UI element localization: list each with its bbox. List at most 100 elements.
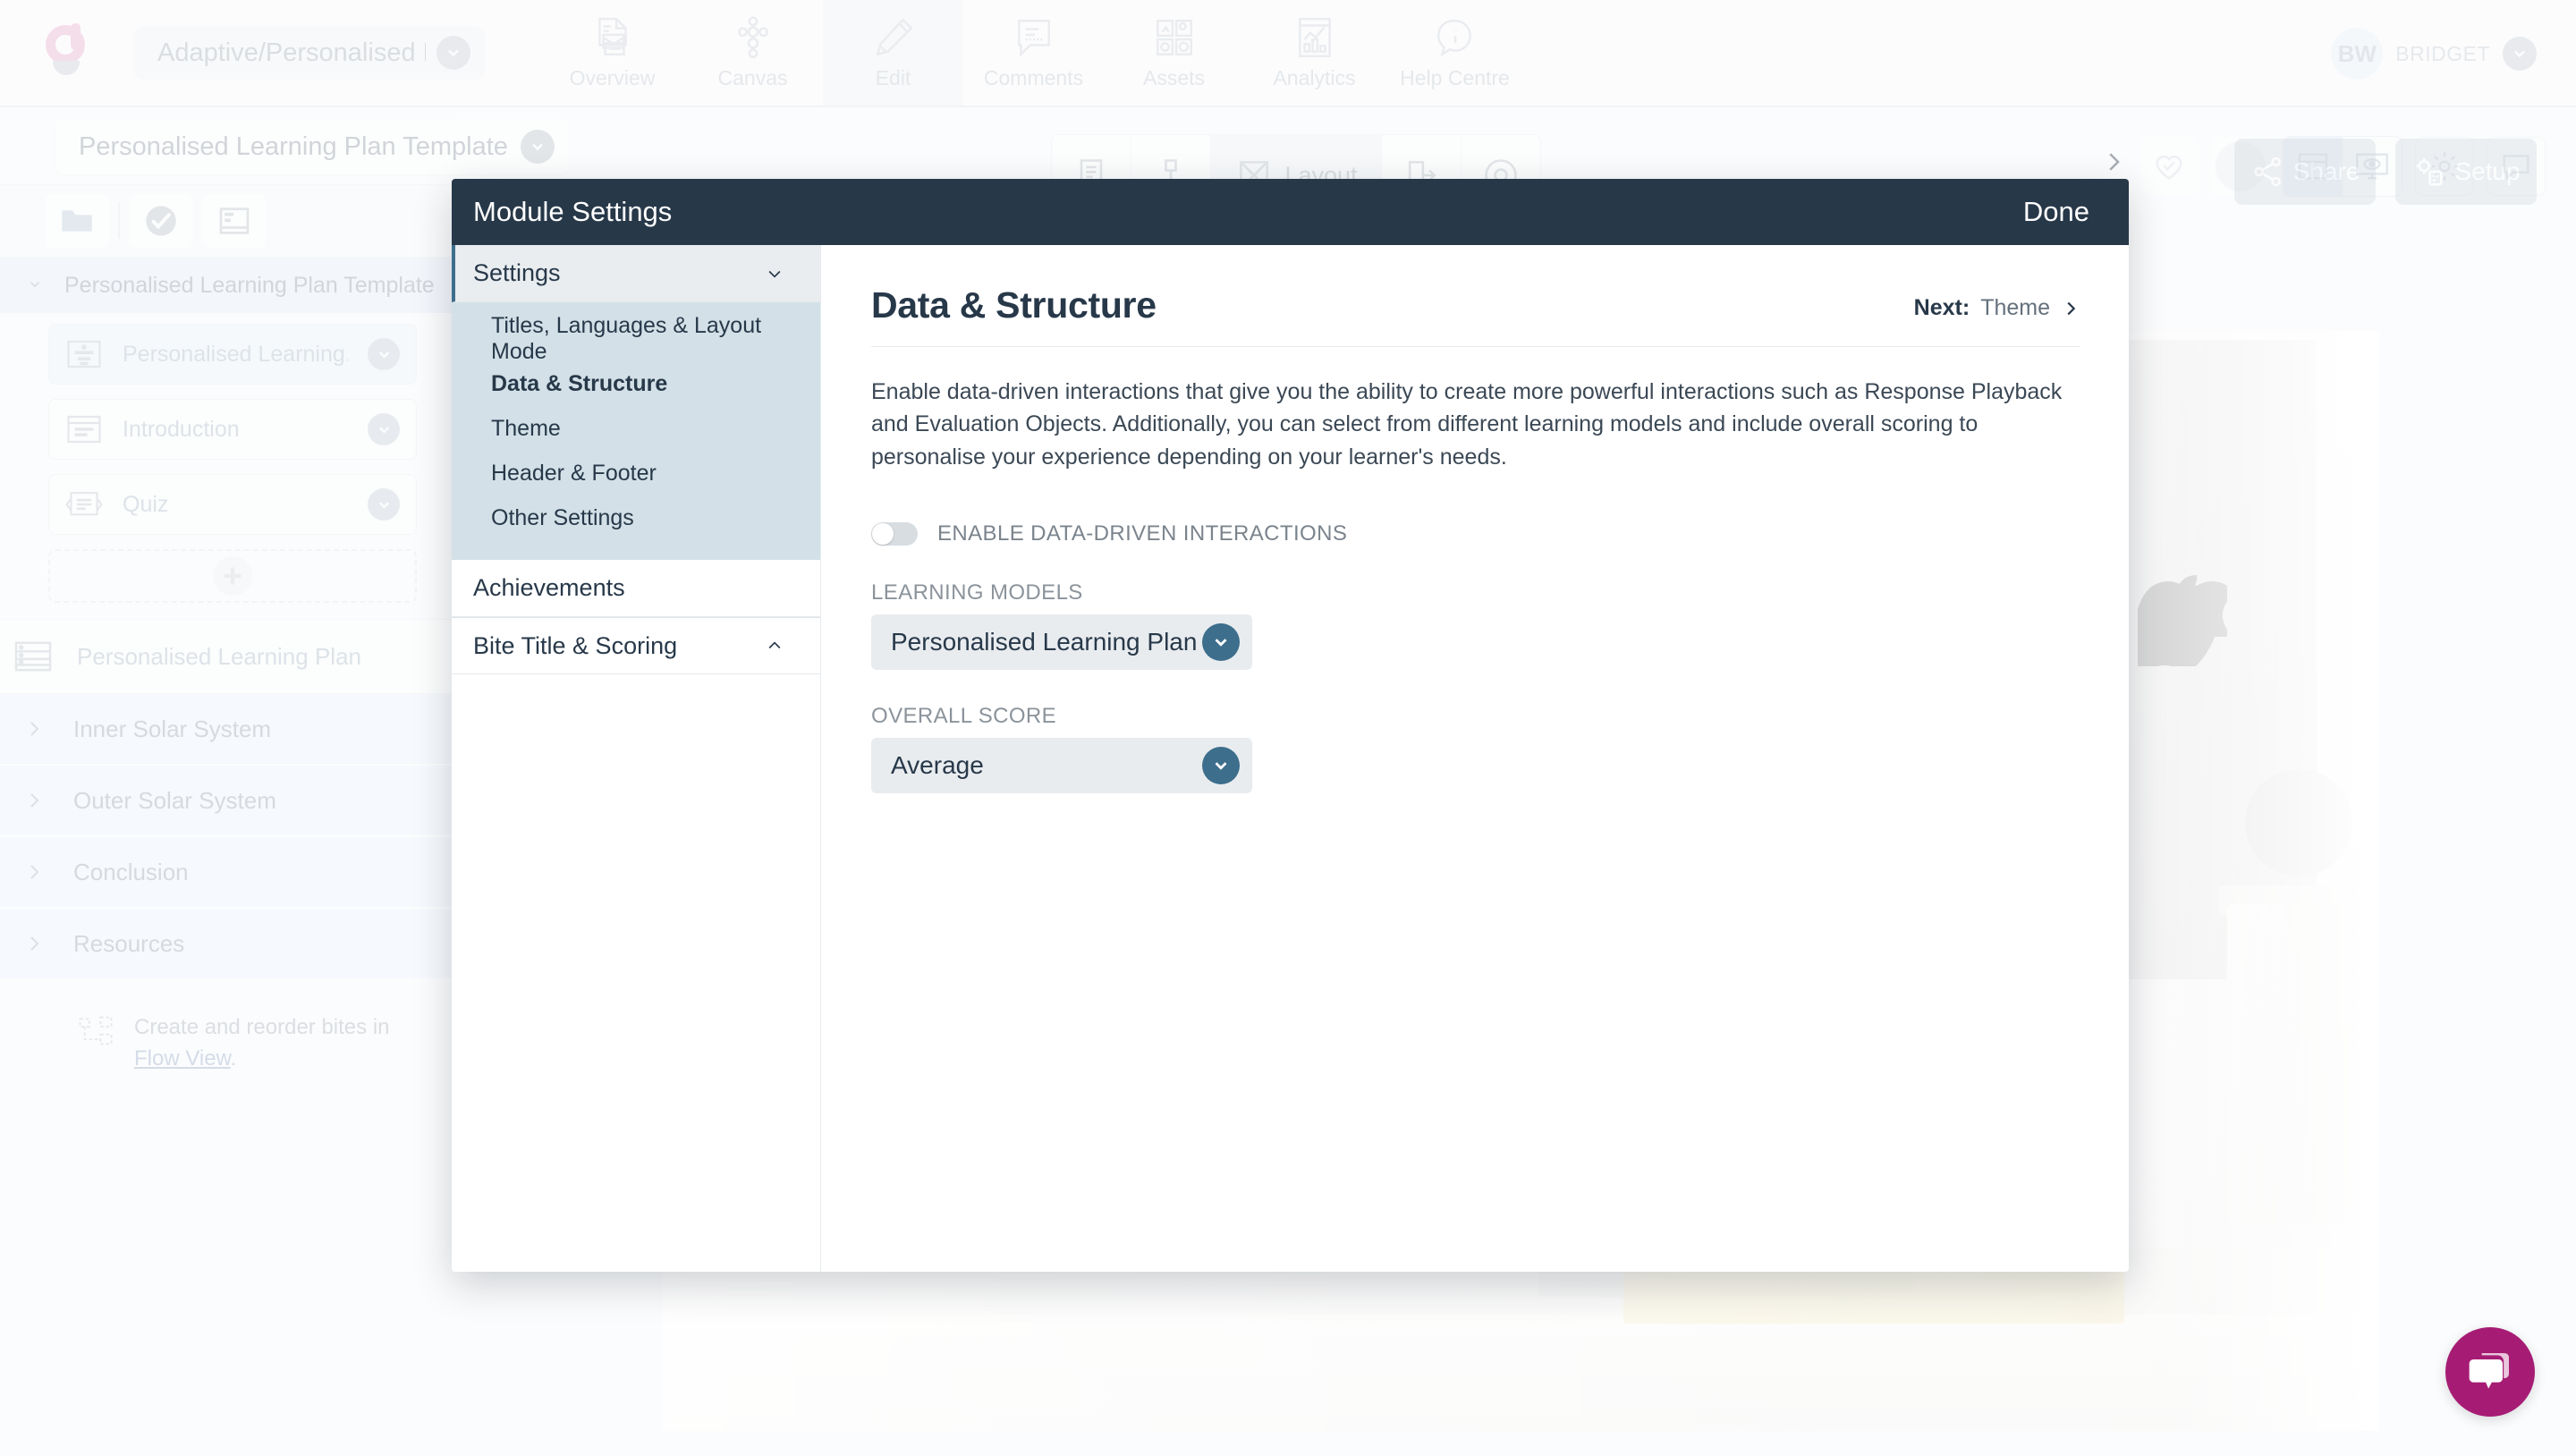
app-logo[interactable]: [0, 23, 134, 80]
sidebar-item-label: Other Settings: [491, 504, 634, 530]
sidebar-item-other-settings[interactable]: Other Settings: [452, 495, 820, 540]
project-selector[interactable]: Adaptive/Personalised L: [134, 26, 485, 80]
nav-item-comments[interactable]: Comments: [963, 0, 1104, 106]
bite-quiz-icon: [65, 488, 103, 521]
list-item[interactable]: Personalised Learning Plan: [0, 619, 458, 694]
module-title-selector[interactable]: Personalised Learning Plan Template: [55, 119, 569, 174]
accordion-settings[interactable]: Settings: [452, 245, 820, 302]
setup-button[interactable]: Setup: [2395, 139, 2537, 205]
accordion-bite-title-scoring-label: Bite Title & Scoring: [473, 631, 678, 659]
list-item[interactable]: Inner Solar System: [0, 694, 458, 766]
nav-item-assets[interactable]: Assets: [1104, 0, 1244, 106]
list-item[interactable]: Resources: [0, 909, 458, 980]
sidebar-item-label: Theme: [491, 415, 561, 441]
bite-card-icon: [65, 338, 103, 370]
list-item[interactable]: Personalised Learning...: [48, 324, 417, 385]
layout-panel-icon[interactable]: [202, 194, 267, 248]
nav-item-label: Edit: [875, 66, 911, 89]
chevron-down-icon: [768, 270, 781, 278]
pencil-edit-icon: [869, 15, 918, 60]
nav-item-analytics[interactable]: Analytics: [1244, 0, 1385, 106]
accordion-settings-label: Settings: [473, 259, 561, 286]
share-setup-group: Share Setup: [2234, 139, 2537, 205]
list-item[interactable]: Quiz: [48, 474, 417, 535]
folder-icon[interactable]: [45, 194, 109, 248]
chat-support-button[interactable]: [2445, 1327, 2535, 1417]
check-circle-icon[interactable]: [129, 194, 193, 248]
tree-children: Personalised Learning... Introduction Qu: [0, 313, 458, 619]
chevron-right-icon: [30, 722, 39, 736]
overview-document-icon: [589, 15, 637, 60]
chevron-down-icon[interactable]: [2503, 37, 2537, 71]
list-item-label: Personalised Learning Plan: [77, 642, 361, 670]
user-menu[interactable]: BW BRIDGET: [2331, 0, 2537, 107]
overall-score-field: OVERALL SCORE Average: [871, 704, 2080, 793]
chevron-right-icon: [2067, 301, 2076, 315]
list-item-label: Resources: [73, 929, 185, 957]
done-button[interactable]: Done: [2023, 196, 2089, 228]
analytics-chart-icon: [1291, 15, 1339, 60]
next-target: Theme: [1980, 295, 2050, 320]
chevron-down-icon[interactable]: [368, 338, 400, 370]
sidebar-item-titles-languages-layout-mode[interactable]: Titles, Languages & Layout Mode: [452, 313, 820, 364]
assets-grid-icon: [1150, 15, 1199, 60]
learning-models-label: LEARNING MODELS: [871, 580, 1083, 605]
add-bite-button[interactable]: [48, 549, 417, 603]
nav-item-canvas[interactable]: Canvas: [682, 0, 823, 106]
nav-item-edit[interactable]: Edit: [823, 0, 963, 106]
learning-models-field: LEARNING MODELS Personalised Learning Pl…: [871, 580, 2080, 670]
setup-gear-icon: [2416, 157, 2443, 186]
tree-root-row[interactable]: Personalised Learning Plan Template: [0, 258, 458, 313]
project-selector-label: Adaptive/Personalised L: [157, 38, 426, 67]
nav-item-label: Assets: [1142, 66, 1206, 89]
list-item[interactable]: Introduction: [48, 399, 417, 460]
overall-score-select[interactable]: Average: [871, 737, 1252, 793]
sidebar-item-theme[interactable]: Theme: [452, 406, 820, 451]
chevron-down-icon[interactable]: [520, 130, 555, 164]
flow-view-link[interactable]: Flow View: [134, 1046, 231, 1071]
tree-root-label: Personalised Learning Plan Template: [64, 272, 435, 298]
primary-nav: Overview Canvas Edit Comments Assets Ana…: [542, 0, 1525, 106]
list-item-label: Conclusion: [73, 858, 189, 885]
left-panel-title-row: Personalised Learning Plan Template: [0, 109, 569, 184]
flow-nodes-icon: [77, 1014, 114, 1052]
accordion-achievements[interactable]: Achievements: [452, 560, 820, 617]
nav-item-label: Comments: [983, 66, 1084, 89]
nav-item-overview[interactable]: Overview: [542, 0, 682, 106]
chevron-down-icon[interactable]: [23, 273, 47, 299]
list-item[interactable]: Conclusion: [0, 837, 458, 909]
accordion-bite-title-scoring[interactable]: Bite Title & Scoring: [452, 617, 820, 674]
chevron-down-icon[interactable]: [1202, 746, 1240, 784]
chevron-right-icon: [30, 793, 39, 808]
chevron-down-icon[interactable]: [436, 36, 470, 70]
canvas-nodes-icon: [729, 15, 777, 60]
hint-text: Create and reorder bites in Flow View.: [134, 1012, 390, 1075]
module-settings-modal: Module Settings Done Settings Titles, La…: [452, 179, 2129, 1272]
plus-icon[interactable]: [213, 556, 252, 596]
enable-data-driven-interactions-toggle[interactable]: [871, 521, 918, 546]
share-icon: [2253, 157, 2281, 187]
nav-item-label: Overview: [569, 66, 656, 89]
chevron-up-icon: [768, 641, 781, 649]
heart-check-icon[interactable]: [2140, 137, 2199, 196]
nav-item-help-centre[interactable]: Help Centre: [1385, 0, 1525, 106]
sidebar-item-header-footer[interactable]: Header & Footer: [452, 451, 820, 495]
chevron-down-icon[interactable]: [368, 413, 400, 445]
enable-data-driven-interactions-row: ENABLE DATA-DRIVEN INTERACTIONS: [871, 521, 2080, 546]
sidebar-item-label: Header & Footer: [491, 460, 657, 486]
section-description: Enable data-driven interactions that giv…: [871, 379, 2063, 470]
chat-bubble-icon: [2469, 1353, 2509, 1389]
chevron-down-icon[interactable]: [1202, 622, 1240, 661]
settings-subitems: Titles, Languages & Layout Mode Data & S…: [452, 302, 820, 560]
share-button[interactable]: Share: [2234, 139, 2376, 205]
list-item-label: Personalised Learning...: [123, 341, 348, 367]
content-header: Data & Structure Next: Theme: [871, 284, 2080, 326]
flow-view-hint: Create and reorder bites in Flow View.: [0, 980, 458, 1075]
learning-models-select[interactable]: Personalised Learning Plan: [871, 614, 1252, 670]
greenhouse-logo-icon: [44, 23, 90, 80]
list-item[interactable]: Outer Solar System: [0, 766, 458, 837]
chevron-down-icon[interactable]: [368, 488, 400, 521]
sidebar-item-data-structure[interactable]: Data & Structure: [452, 361, 820, 406]
next-section-link[interactable]: Next: Theme: [1914, 295, 2080, 321]
sidebar-item-label: Data & Structure: [491, 370, 668, 396]
